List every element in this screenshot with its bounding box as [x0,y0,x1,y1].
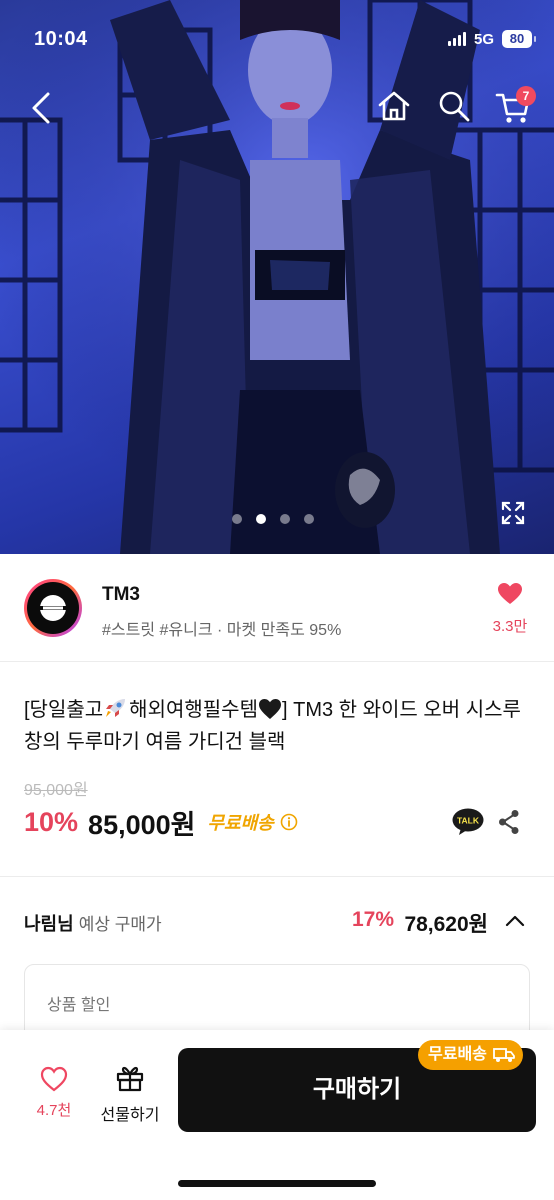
expected-discount-rate: 17% [351,908,394,931]
price-row: 10% 85,000원 무료배송 [24,804,298,840]
bottom-action-bar: 4.7천 선물하기 구매하기 무료배송 [0,1030,554,1200]
battery-icon: 80 [502,30,536,48]
discount-rate: 10% [24,806,79,837]
gallery-pagination [232,514,314,524]
free-shipping-label: 무료배송 [207,813,274,833]
cart-count-badge: 7 [516,86,536,106]
network-type: 5G [473,30,494,48]
free-shipping-badge-label: 무료배송 [428,1046,487,1063]
talk-bubble-icon: TALK [452,808,484,835]
product-title: [당일출고 해외여행필수템 ] TM3 한 와이드 오버 시스루 창의 두루마기… [24,694,534,758]
seller-section[interactable]: TM3 #스트릿 #유니크 · 마켓 만족도 95% 3.3만 [0,554,554,662]
talk-label: TALK [457,816,480,826]
chevron-up-icon[interactable] [504,910,526,932]
heart-icon [498,583,522,604]
gallery-dot[interactable] [280,514,290,524]
truck-icon [492,1048,515,1062]
gallery-dot[interactable] [232,514,242,524]
gallery-dot-active[interactable] [256,514,266,524]
back-arrow-icon[interactable] [26,88,58,128]
seller-tags: #스트릿 #유니크 · 마켓 만족도 95% [102,622,342,639]
gift-button[interactable]: 선물하기 [96,1064,164,1125]
expected-price-row[interactable]: 나림님 예상 구매가 17% 78,620원 [24,904,530,940]
gift-label: 선물하기 [100,1107,160,1124]
sale-price: 85,000원 [88,809,196,840]
seller-like-button[interactable]: 3.3만 [486,582,534,636]
share-icon[interactable] [496,808,522,836]
search-icon[interactable] [436,88,472,124]
info-icon[interactable] [280,813,298,831]
fullscreen-icon[interactable] [500,500,526,526]
home-icon[interactable] [376,88,412,124]
status-time: 10:04 [34,28,88,50]
expected-price-caption: 예상 구매가 [78,915,162,934]
black-heart-emoji-icon [258,699,281,719]
free-shipping-badge: 무료배송 [418,1040,523,1070]
product-photo [0,0,554,554]
status-bar: 10:04 5G 80 [0,0,554,80]
like-button[interactable]: 4.7천 [30,1066,78,1120]
seller-logo[interactable] [24,579,82,637]
home-indicator [178,1180,376,1187]
cart-button[interactable]: 7 [494,86,536,126]
seller-like-count: 3.3만 [492,618,528,635]
signal-icon [447,32,466,46]
member-name: 나림님 [24,914,74,934]
product-title-part: 해외여행필수템 [129,699,258,721]
product-title-part: [당일출고 [24,699,104,721]
product-discount-label: 상품 할인 [47,997,111,1014]
seller-name[interactable]: TM3 [102,584,140,606]
like-count: 4.7천 [36,1102,72,1119]
product-image-gallery[interactable]: 10:04 5G 80 7 [0,0,554,554]
kakao-talk-button[interactable]: TALK [452,808,484,836]
expected-price-label: 나림님 예상 구매가 [24,910,162,936]
heart-outline-icon [40,1066,68,1092]
seller-logo-mark [33,595,73,621]
original-price: 95,000원 [24,782,88,799]
section-divider [0,876,554,877]
gift-icon [116,1066,144,1092]
status-indicators: 5G 80 [447,30,536,48]
rocket-emoji-icon [106,699,126,717]
gallery-dot[interactable] [304,514,314,524]
expected-price: 78,620원 [404,913,488,936]
